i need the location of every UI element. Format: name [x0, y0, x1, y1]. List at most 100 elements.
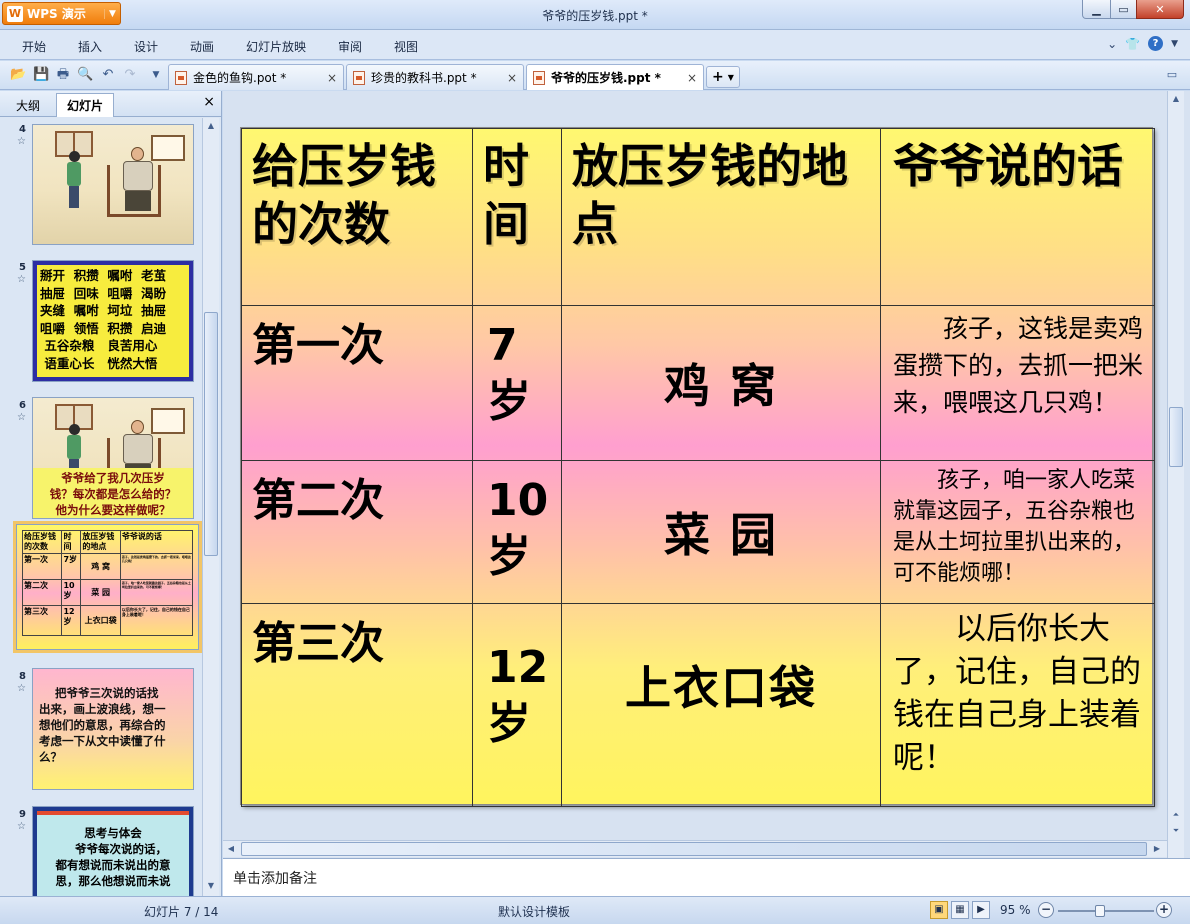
open-icon[interactable]: 📂	[10, 67, 26, 83]
menu-home[interactable]: 开始	[22, 38, 46, 55]
notes-pane[interactable]: 单击添加备注	[223, 858, 1190, 896]
menu-review[interactable]: 审阅	[338, 38, 362, 55]
menu-view[interactable]: 视图	[394, 38, 418, 55]
tab-slides[interactable]: 幻灯片	[56, 93, 115, 117]
tab-outline[interactable]: 大纲	[6, 93, 50, 117]
cell-place[interactable]: 上衣口袋	[561, 603, 881, 807]
thumbnail-text: 思考与体会 爷爷每次说的话， 都有想说而未说出的意 思，那么他想说而未说	[37, 811, 189, 896]
tab-document-3[interactable]: 爷爷的压岁钱.ppt * ×	[526, 64, 704, 90]
slideshow-icon[interactable]: ▶	[972, 901, 990, 919]
cell-words[interactable]: 孩子，这钱是卖鸡蛋攒下的，去抓一把米来，喂喂这几只鸡！	[880, 305, 1155, 461]
normal-view-icon[interactable]: ▣	[930, 901, 948, 919]
scroll-right-icon[interactable]: ▶	[1149, 841, 1165, 857]
thumb-cell: 第一次	[21, 553, 63, 580]
thumbnail-table: 给压岁钱的次数 时间 放压岁钱的地点 爷爷说的话 第一次 7岁 鸡 窝 孩子，这…	[21, 530, 194, 636]
notes-placeholder: 单击添加备注	[233, 871, 317, 887]
thumb-cell: 菜 园	[80, 579, 121, 606]
scroll-down-icon[interactable]: ▼	[203, 878, 219, 894]
scrollbar-thumb[interactable]	[241, 842, 1147, 856]
thumb-header: 放压岁钱的地点	[80, 530, 121, 554]
cell-place[interactable]: 菜 园	[561, 460, 881, 604]
ppt-file-icon	[175, 70, 187, 85]
zoom-in-icon[interactable]: +	[1156, 902, 1172, 918]
tab-document-2[interactable]: 珍贵的教科书.ppt * ×	[346, 64, 524, 90]
scrollbar-thumb[interactable]	[1169, 407, 1183, 467]
thumb-header: 给压岁钱的次数	[21, 530, 63, 554]
slide-canvas[interactable]: 给压岁钱的次数 时间 放压岁钱的地点 爷爷说的话 第一次 7岁 鸡 窝 孩子，这…	[240, 127, 1155, 807]
zoom-slider-knob[interactable]	[1095, 905, 1105, 917]
slides-panel: 大纲 幻灯片 × 4 ☆ 5 ☆ 掰开 积攒 嘱咐 老茧 抽屉 回味 咀嚼 渴盼…	[0, 91, 222, 896]
slide-counter: 幻灯片 7 / 14	[144, 905, 219, 919]
scroll-down-page-icon[interactable]: ⏷	[1168, 823, 1184, 839]
zoom-slider[interactable]	[1058, 910, 1154, 912]
minimize-button[interactable]: ▁	[1082, 0, 1111, 19]
window-layout-icon[interactable]: ▭	[1164, 67, 1180, 83]
dropdown-icon[interactable]: ▼	[148, 67, 164, 83]
slide-table[interactable]: 给压岁钱的次数 时间 放压岁钱的地点 爷爷说的话 第一次 7岁 鸡 窝 孩子，这…	[241, 128, 1155, 807]
slide-thumbnail-9[interactable]: 思考与体会 爷爷每次说的话， 都有想说而未说出的意 思，那么他想说而未说	[32, 806, 194, 896]
redo-icon[interactable]: ↷	[122, 67, 138, 83]
slide-thumbnail-8[interactable]: 把爷爷三次说的话找 出来，画上波浪线，想一 想他们的意思，再综合的 考虑一下从文…	[32, 668, 194, 790]
horizontal-scrollbar[interactable]: ◀ ▶	[223, 840, 1167, 857]
undo-icon[interactable]: ↶	[100, 67, 116, 83]
header-words[interactable]: 爷爷说的话	[880, 128, 1155, 306]
scroll-up-page-icon[interactable]: ⏶	[1168, 807, 1184, 823]
close-tab-icon[interactable]: ×	[507, 71, 517, 85]
print-icon[interactable]: 🖶	[55, 67, 71, 83]
close-panel-icon[interactable]: ×	[203, 94, 215, 110]
slide-thumbnail-5[interactable]: 掰开 积攒 嘱咐 老茧 抽屉 回味 咀嚼 渴盼 夹缝 嘱咐 坷垃 抽屉 咀嚼 领…	[32, 260, 194, 382]
thumb-cell: 孩子，这钱是卖鸡蛋攒下的，去抓一把米来，喂喂这几只鸡！	[119, 553, 194, 580]
cell-count[interactable]: 第三次	[241, 603, 473, 807]
zoom-level[interactable]: 95 %	[1000, 903, 1031, 917]
vertical-scrollbar[interactable]: ▲ ⏶ ⏷	[1167, 91, 1184, 858]
tab-document-1[interactable]: 金色的鱼钩.pot * ×	[168, 64, 344, 90]
menu-bar: 开始 插入 设计 动画 幻灯片放映 审阅 视图 ⌄ 👕 ? ▼	[0, 30, 1190, 60]
thumb-cell: 第二次	[21, 579, 63, 606]
cell-age[interactable]: 12岁	[472, 603, 562, 807]
skin-icon[interactable]: 👕	[1125, 37, 1140, 51]
thumbnail-number: 6	[19, 400, 26, 411]
close-tab-icon[interactable]: ×	[327, 71, 337, 85]
maximize-button[interactable]: ▭	[1110, 0, 1137, 19]
thumb-cell: 鸡 窝	[80, 553, 121, 580]
slide-thumbnail-7[interactable]: 给压岁钱的次数 时间 放压岁钱的地点 爷爷说的话 第一次 7岁 鸡 窝 孩子，这…	[13, 521, 202, 653]
cell-age[interactable]: 7岁	[472, 305, 562, 461]
collapse-ribbon-icon[interactable]: ⌄	[1107, 37, 1117, 51]
scrollbar-thumb[interactable]	[204, 312, 218, 556]
header-count[interactable]: 给压岁钱的次数	[241, 128, 473, 306]
slide-thumbnail-4[interactable]	[32, 124, 194, 245]
cell-place[interactable]: 鸡 窝	[561, 305, 881, 461]
cell-words[interactable]: 孩子，咱一家人吃菜就靠这园子，五谷杂粮也是从土坷拉里扒出来的，可不能烦哪！	[880, 460, 1155, 604]
scroll-left-icon[interactable]: ◀	[223, 841, 239, 857]
window-title: 爷爷的压岁钱.ppt *	[542, 9, 648, 23]
tab-label: 珍贵的教科书.ppt *	[371, 71, 477, 85]
slide-thumbnail-6[interactable]: 爷爷给了我几次压岁 钱？每次都是怎么给的？ 他为什么要这样做呢？	[32, 397, 194, 519]
new-tab-button[interactable]: + ▼	[706, 66, 740, 88]
design-template[interactable]: 默认设计模板	[498, 903, 570, 920]
cell-count[interactable]: 第一次	[241, 305, 473, 461]
header-time[interactable]: 时间	[472, 128, 562, 306]
menu-insert[interactable]: 插入	[78, 38, 102, 55]
thumbnail-number: 9	[19, 809, 26, 820]
menu-animation[interactable]: 动画	[190, 38, 214, 55]
menu-design[interactable]: 设计	[134, 38, 158, 55]
slide-sorter-icon[interactable]: ▦	[951, 901, 969, 919]
scroll-up-icon[interactable]: ▲	[1168, 91, 1184, 107]
cell-age[interactable]: 10岁	[472, 460, 562, 604]
help-icon[interactable]: ?	[1148, 36, 1164, 51]
menu-right-controls: ⌄ 👕 ? ▼	[1107, 36, 1178, 51]
thumbnail-scrollbar[interactable]: ▲ ▼	[202, 118, 219, 896]
help-dropdown-icon[interactable]: ▼	[1171, 39, 1178, 49]
print-preview-icon[interactable]: 🔍	[77, 67, 93, 83]
header-place[interactable]: 放压岁钱的地点	[561, 128, 881, 306]
scroll-up-icon[interactable]: ▲	[203, 118, 219, 134]
save-icon[interactable]: 💾	[33, 67, 49, 83]
close-button[interactable]: ✕	[1136, 0, 1184, 19]
animation-star-icon: ☆	[17, 683, 26, 694]
quick-access-toolbar: 📂 💾 🖶 🔍 ↶ ↷ ▼ 金色的鱼钩.pot * × 珍贵的教科书.ppt *…	[0, 61, 1190, 90]
menu-slideshow[interactable]: 幻灯片放映	[246, 38, 306, 55]
close-tab-icon[interactable]: ×	[687, 71, 697, 85]
cell-count[interactable]: 第二次	[241, 460, 473, 604]
zoom-out-icon[interactable]: −	[1038, 902, 1054, 918]
cell-words[interactable]: 以后你长大了，记住，自己的钱在自己身上装着呢！	[880, 603, 1155, 807]
